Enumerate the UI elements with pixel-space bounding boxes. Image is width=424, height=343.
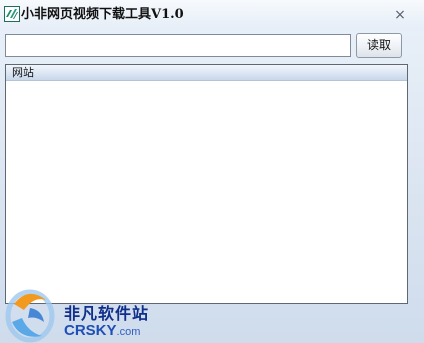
watermark-en-text: CRSKY.com [64,322,140,339]
column-header-site[interactable]: 网站 [12,65,34,80]
list-header: 网站 [6,65,407,81]
app-icon [4,6,20,22]
site-list[interactable]: 网站 [5,64,408,304]
window-title: 小非网页视频下载工具V1.0 [21,7,184,22]
watermark-en-main: CRSKY [64,322,117,339]
main-window: 小非网页视频下载工具V1.0 × 读取 网站 非凡软件站 CRSKY.com [0,0,424,343]
watermark-en-suffix: .com [116,326,141,338]
read-button[interactable]: 读取 [356,33,402,58]
close-icon[interactable]: × [392,7,408,23]
title-bar: 小非网页视频下载工具V1.0 × [0,0,424,30]
url-input[interactable] [5,34,351,57]
